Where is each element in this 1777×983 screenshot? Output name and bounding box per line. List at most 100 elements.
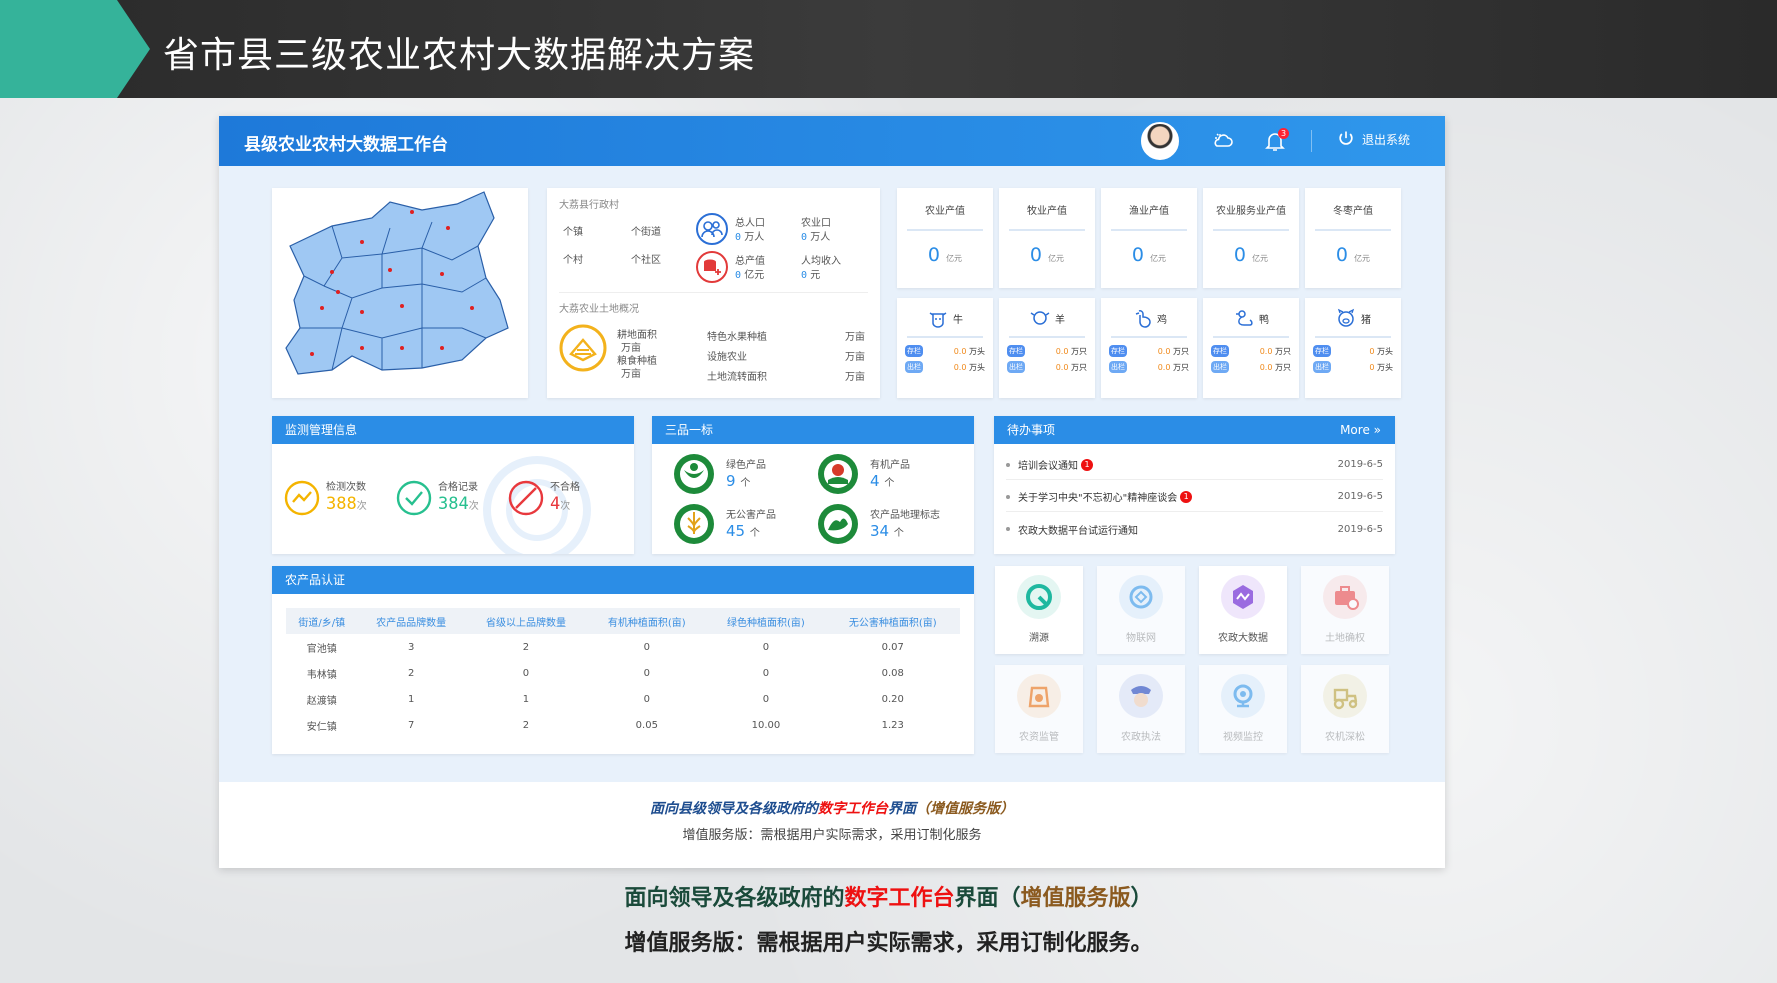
sack-icon xyxy=(1017,674,1061,718)
double-chevron-icon: » xyxy=(1373,423,1381,437)
livestock-tile[interactable]: 羊 存栏 0.0 万只 出栏 0.0 万只 xyxy=(999,298,1095,398)
accent-arrow xyxy=(0,0,150,98)
output-label: 渔业产值 xyxy=(1129,206,1169,217)
table-cell: 10.00 xyxy=(751,719,781,731)
app-trace-button[interactable]: 溯源 xyxy=(995,566,1083,654)
todo-text: 关于学习中央"不忘初心"精神座谈会 xyxy=(1018,493,1178,504)
table-cell: 0.08 xyxy=(881,667,904,679)
monitor-title: 监测管理信息 xyxy=(272,416,634,444)
app-label: 农政执法 xyxy=(1121,732,1161,743)
app-window: 县级农业农村大数据工作台 3 退出系统 大荔县行政村 个镇 个街道 个村 个社区… xyxy=(219,116,1445,868)
duck-icon xyxy=(1236,310,1253,326)
table-row[interactable]: 赵渡镇 1 1 0 0 0.20 xyxy=(286,686,960,712)
logout-label: 退出系统 xyxy=(1362,132,1411,147)
livestock-unit: 万头 xyxy=(969,362,985,372)
more-link[interactable]: More » xyxy=(1340,416,1381,444)
column-header[interactable]: 有机种植面积(亩) xyxy=(587,608,707,634)
table-cell: 韦林镇 xyxy=(306,669,337,681)
admin-label-village: 个村 xyxy=(563,255,583,266)
app-land-rights-button[interactable]: 土地确权 xyxy=(1301,566,1389,654)
todo-item[interactable]: 农政大数据平台试运行通知 2019-6-5 xyxy=(1006,514,1383,544)
app-label: 农机深松 xyxy=(1325,732,1365,743)
output-tile[interactable]: 农业服务业产值 0 亿元 xyxy=(1203,188,1299,288)
chicken-icon xyxy=(1135,310,1151,328)
population-icon xyxy=(696,213,728,245)
avatar[interactable] xyxy=(1141,122,1179,160)
table-cell: 2 xyxy=(522,719,530,731)
table-cell: 0.05 xyxy=(635,719,658,731)
output-tile[interactable]: 冬枣产值 0 亿元 xyxy=(1305,188,1401,288)
output-tile[interactable]: 渔业产值 0 亿元 xyxy=(1101,188,1197,288)
stock-value: 0.0 xyxy=(1157,346,1171,356)
income-value: 0 xyxy=(801,270,808,281)
tractor-icon xyxy=(1323,674,1367,718)
todo-item[interactable]: 培训会议通知 1 2019-6-5 xyxy=(1006,450,1383,480)
stock-value: 0 xyxy=(1369,346,1375,356)
farm-pop-label: 农业口 xyxy=(801,218,831,229)
footer-part: ） xyxy=(1130,886,1153,911)
app-tillage-button[interactable]: 农机深松 xyxy=(1301,665,1389,753)
iot-icon xyxy=(1119,575,1163,619)
livestock-tile[interactable]: 鸡 存栏 0.0 万只 出栏 0.0 万只 xyxy=(1101,298,1197,398)
monitor-value: 4 xyxy=(550,494,561,514)
app-iot-button[interactable]: 物联网 xyxy=(1097,566,1185,654)
todo-title: 待办事项 xyxy=(1007,423,1056,437)
stock-tag: 存栏 xyxy=(1211,345,1229,357)
sanpin-unit: 个 xyxy=(749,528,760,539)
table-cell: 0 xyxy=(643,693,650,705)
monitor-unit: 次 xyxy=(468,501,479,512)
todo-item[interactable]: 关于学习中央"不忘初心"精神座谈会 1 2019-6-5 xyxy=(1006,482,1383,512)
farmland-icon xyxy=(559,324,607,372)
table-row[interactable]: 韦林镇 2 0 0 0 0.08 xyxy=(286,660,960,686)
land-item-unit: 万亩 xyxy=(845,352,865,363)
county-map[interactable] xyxy=(272,188,528,398)
livestock-unit: 万只 xyxy=(1071,362,1087,372)
table-cell: 3 xyxy=(407,641,415,653)
stock-tag: 存栏 xyxy=(905,345,923,357)
column-header[interactable]: 农产品品牌数量 xyxy=(357,608,465,634)
livestock-name: 羊 xyxy=(1055,314,1065,326)
app-video-button[interactable]: 视频监控 xyxy=(1199,665,1287,753)
table-row[interactable]: 官池镇 3 2 0 0 0.07 xyxy=(286,634,960,660)
logout-button[interactable]: 退出系统 xyxy=(1336,129,1410,149)
column-header[interactable]: 省级以上品牌数量 xyxy=(464,608,588,634)
caption-part: 面向县级领导及各级政府的 xyxy=(650,801,818,817)
livestock-tile[interactable]: 猪 存栏 0 万头 出栏 0 万头 xyxy=(1305,298,1401,398)
app-enforcement-button[interactable]: 农政执法 xyxy=(1097,665,1185,753)
app-supply-button[interactable]: 农资监管 xyxy=(995,665,1083,753)
app-subcaption: 增值服务版：需根据用户实际需求，采用订制化服务 xyxy=(682,828,982,843)
stock-tag: 存栏 xyxy=(1007,345,1025,357)
todo-text: 农政大数据平台试运行通知 xyxy=(1018,525,1138,537)
sanpin-unit: 个 xyxy=(740,478,751,489)
output-label: 农业产值 xyxy=(925,206,965,217)
weather-icon[interactable] xyxy=(1211,129,1235,153)
column-header[interactable]: 街道/乡/镇 xyxy=(286,608,358,634)
stock-value: 0.0 xyxy=(1259,346,1273,356)
app-label: 物联网 xyxy=(1126,633,1156,644)
organic-logo xyxy=(818,454,858,494)
livestock-unit: 万头 xyxy=(969,346,985,356)
monitor-value: 384 xyxy=(438,494,469,514)
column-header[interactable]: 绿色种植面积(亩) xyxy=(706,608,826,634)
output-tile[interactable]: 农业产值 0 亿元 xyxy=(897,188,993,288)
output-unit: 亿元 xyxy=(1252,254,1269,263)
out-tag: 出栏 xyxy=(1313,361,1331,373)
app-bigdata-button[interactable]: 农政大数据 xyxy=(1199,566,1287,654)
divider xyxy=(1311,130,1312,152)
table-row[interactable]: 安仁镇 7 2 0.05 10.00 1.23 xyxy=(286,712,960,738)
livestock-tile[interactable]: 鸭 存栏 0.0 万只 出栏 0.0 万只 xyxy=(1203,298,1299,398)
pop-value: 0 xyxy=(735,232,742,243)
column-header[interactable]: 无公害种植面积(亩) xyxy=(825,608,960,634)
table-cell: 1.23 xyxy=(881,719,904,731)
output-tile[interactable]: 牧业产值 0 亿元 xyxy=(999,188,1095,288)
todo-header: 待办事项 More » xyxy=(994,416,1395,444)
sanpin-value: 9 xyxy=(726,472,736,490)
divider xyxy=(559,292,868,293)
out-value: 0 xyxy=(1369,362,1375,372)
todo-date: 2019-6-5 xyxy=(1337,523,1383,535)
livestock-tile[interactable]: 牛 存栏 0.0 万头 出栏 0.0 万头 xyxy=(897,298,993,398)
caption-highlight: 数字工作台 xyxy=(818,801,888,817)
monitor-unit: 次 xyxy=(560,501,571,512)
output-value: 0 xyxy=(1131,244,1145,266)
todo-date: 2019-6-5 xyxy=(1337,459,1383,470)
